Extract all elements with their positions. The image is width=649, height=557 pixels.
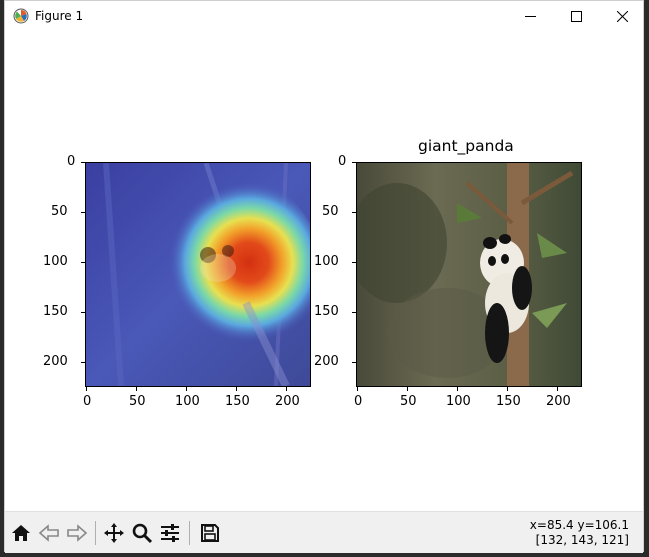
home-button[interactable] <box>9 521 33 545</box>
cursor-pixel-value: [132, 143, 121] <box>535 533 629 547</box>
maximize-icon <box>570 10 582 22</box>
back-button[interactable] <box>37 521 61 545</box>
cursor-xy-readout: x=85.4 y=106.1 <box>529 518 629 532</box>
x-tick-label: 50 <box>400 394 417 409</box>
zoom-button[interactable] <box>130 521 154 545</box>
x-tick <box>286 387 287 391</box>
x-tick-label: 50 <box>129 394 146 409</box>
matplotlib-icon <box>13 8 29 24</box>
gradcam-overlay-image <box>86 163 310 386</box>
configure-subplots-icon <box>161 524 179 542</box>
window-title: Figure 1 <box>35 9 84 23</box>
y-tick <box>352 162 356 163</box>
x-tick <box>507 387 508 391</box>
figure-window: Figure 1 0 50 100 150 200 0 50 100 150 2… <box>4 0 644 553</box>
y-tick <box>81 362 85 363</box>
y-tick <box>352 262 356 263</box>
axes-title: giant_panda <box>418 137 514 155</box>
y-tick <box>81 162 85 163</box>
y-tick-label: 150 <box>314 304 339 319</box>
title-bar: Figure 1 <box>5 1 643 31</box>
y-tick-label: 100 <box>43 254 68 269</box>
y-tick <box>81 312 85 313</box>
x-tick <box>357 387 358 391</box>
maximize-button[interactable] <box>553 1 599 31</box>
x-tick <box>236 387 237 391</box>
panda-photo-image <box>357 163 581 386</box>
back-icon <box>38 524 59 542</box>
x-tick-label: 150 <box>496 394 521 409</box>
y-tick <box>81 212 85 213</box>
y-tick-label: 50 <box>322 204 339 219</box>
heatmap-axes[interactable] <box>85 162 311 387</box>
photo-axes[interactable] <box>356 162 582 387</box>
configure-subplots-button[interactable] <box>158 521 182 545</box>
save-icon <box>201 524 219 542</box>
toolbar-separator <box>189 521 190 545</box>
y-tick-label: 200 <box>314 354 339 369</box>
y-tick-label: 0 <box>67 154 76 169</box>
close-icon <box>616 10 628 22</box>
x-tick <box>136 387 137 391</box>
y-tick-label: 0 <box>338 154 347 169</box>
y-tick <box>352 212 356 213</box>
pan-button[interactable] <box>102 521 126 545</box>
y-tick-label: 150 <box>43 304 68 319</box>
x-tick-label: 100 <box>175 394 200 409</box>
x-tick <box>186 387 187 391</box>
save-button[interactable] <box>198 521 222 545</box>
cursor-coordinates: x=85.4 y=106.1 [132, 143, 121] <box>530 518 629 548</box>
y-tick <box>352 362 356 363</box>
y-tick <box>352 312 356 313</box>
x-tick-label: 0 <box>83 394 92 409</box>
forward-icon <box>67 524 88 542</box>
x-tick <box>86 387 87 391</box>
toolbar-separator <box>95 521 96 545</box>
minimize-icon <box>524 15 536 17</box>
minimize-button[interactable] <box>507 1 553 31</box>
x-tick <box>407 387 408 391</box>
y-tick-label: 100 <box>314 254 339 269</box>
y-tick-label: 50 <box>51 204 68 219</box>
x-tick <box>557 387 558 391</box>
figure-canvas[interactable]: 0 50 100 150 200 0 50 100 150 200 giant_… <box>5 31 643 511</box>
zoom-icon <box>132 523 153 544</box>
x-tick <box>457 387 458 391</box>
pan-icon <box>104 523 124 543</box>
home-icon <box>12 525 30 541</box>
close-button[interactable] <box>599 1 645 31</box>
x-tick-label: 200 <box>546 394 571 409</box>
x-tick-label: 100 <box>446 394 471 409</box>
y-tick <box>81 262 85 263</box>
x-tick-label: 200 <box>275 394 300 409</box>
forward-button[interactable] <box>65 521 89 545</box>
navigation-toolbar: x=85.4 y=106.1 [132, 143, 121] <box>5 511 643 553</box>
y-tick-label: 200 <box>43 354 68 369</box>
x-tick-label: 150 <box>225 394 250 409</box>
x-tick-label: 0 <box>354 394 363 409</box>
